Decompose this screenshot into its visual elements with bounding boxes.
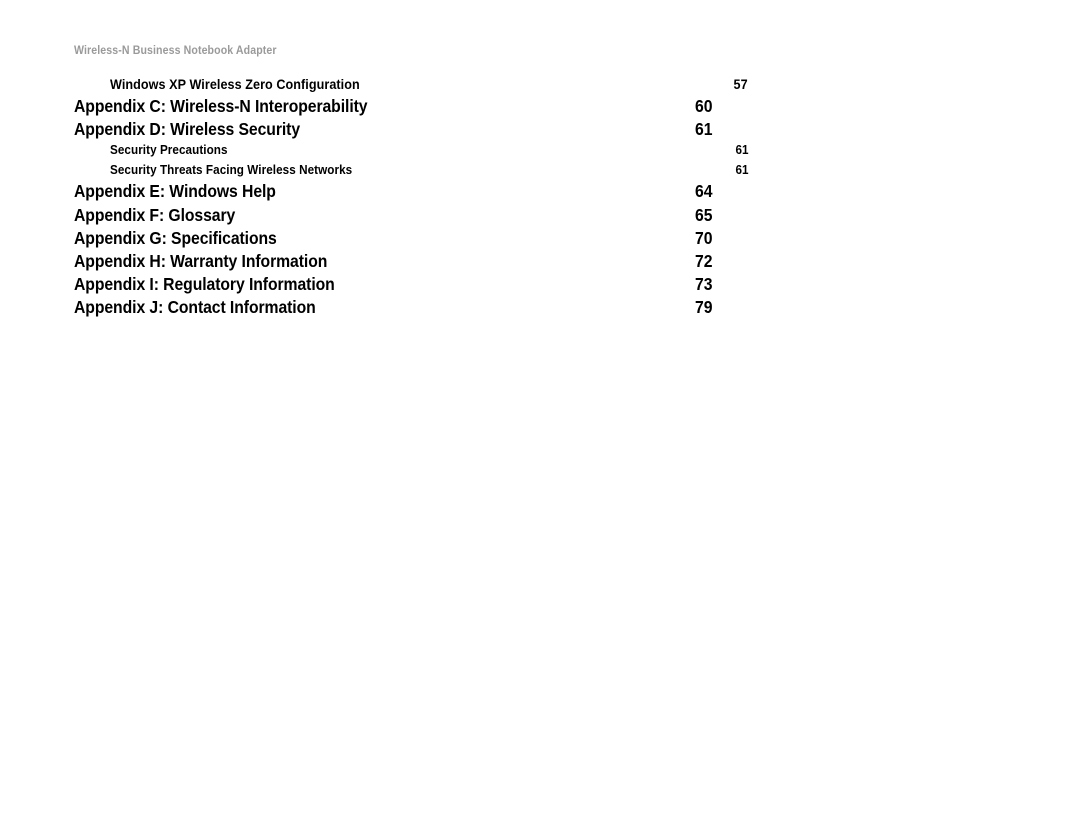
toc-entry-page-number: 64	[694, 181, 712, 202]
toc-entry[interactable]: Appendix J: Contact Information 79	[74, 297, 712, 320]
toc-entry-title: Appendix I: Regulatory Information	[74, 274, 335, 295]
toc-entry-page-number: 72	[694, 250, 712, 271]
toc-entry-title: Appendix H: Warranty Information	[74, 250, 328, 271]
document-page: Wireless-N Business Notebook Adapter Win…	[0, 0, 1080, 834]
toc-entry[interactable]: Appendix I: Regulatory Information 73	[74, 274, 712, 297]
toc-entry-title: Appendix J: Contact Information	[74, 297, 316, 318]
toc-entry[interactable]: Windows XP Wireless Zero Configuration 57	[74, 76, 748, 96]
toc-entry[interactable]: Security Threats Facing Wireless Network…	[74, 162, 748, 182]
toc-entry[interactable]: Appendix D: Wireless Security 61	[74, 119, 712, 142]
toc-entry-page-number: 61	[734, 161, 748, 177]
toc-entry-title: Appendix E: Windows Help	[74, 181, 276, 202]
toc-entry-title: Appendix D: Wireless Security	[74, 119, 301, 140]
toc-entry-page-number: 70	[694, 227, 712, 248]
toc-entry-title: Appendix C: Wireless-N Interoperability	[74, 96, 368, 116]
toc-entry-page-number: 65	[694, 204, 712, 225]
toc-entry[interactable]: Appendix C: Wireless-N Interoperability 6…	[74, 96, 712, 119]
toc-entry-title: Appendix F: Glossary	[74, 204, 236, 225]
toc-entry-title: Appendix G: Specifications	[74, 227, 277, 248]
toc-entry-page-number: 79	[694, 297, 712, 318]
toc-entry[interactable]: Appendix H: Warranty Information 72	[74, 251, 712, 274]
toc-entry[interactable]: Security Precautions 61	[74, 142, 748, 162]
toc-entry[interactable]: Appendix F: Glossary 65	[74, 205, 712, 228]
toc-entry-page-number: 60	[694, 96, 712, 116]
toc-entry-title: Security Precautions	[110, 142, 228, 158]
toc-entry-title: Windows XP Wireless Zero Configuration	[110, 76, 360, 92]
toc-entry[interactable]: Appendix G: Specifications 70	[74, 228, 712, 251]
toc-entry-page-number: 61	[734, 142, 748, 158]
toc-entry[interactable]: Appendix E: Windows Help 64	[74, 181, 712, 204]
toc-entry-page-number: 57	[733, 76, 748, 92]
toc-entry-page-number: 73	[694, 274, 712, 295]
toc-entry-title: Security Threats Facing Wireless Network…	[110, 161, 353, 177]
running-header: Wireless-N Business Notebook Adapter	[74, 45, 277, 57]
toc-entry-page-number: 61	[694, 119, 712, 140]
table-of-contents: Windows XP Wireless Zero Configuration 57…	[74, 76, 748, 321]
